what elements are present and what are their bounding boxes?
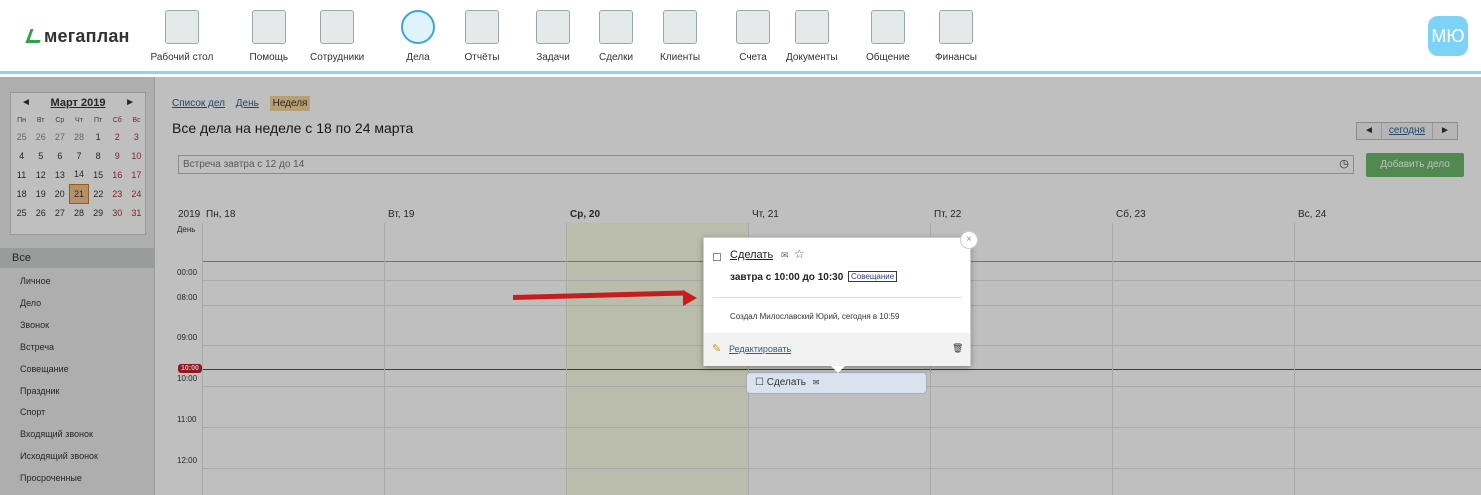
contacts-icon	[663, 10, 698, 44]
top-bar: мегаплан Рабочий стол Помощь Сотрудники Дел…	[0, 0, 1481, 74]
nav-item-10[interactable]: Общение	[866, 8, 910, 63]
popup-pointer	[831, 366, 845, 373]
nav-item-label: Документы	[786, 52, 838, 63]
tasks-icon	[536, 10, 570, 44]
nav-item-label: Общение	[866, 52, 910, 63]
nav-item-4[interactable]: Отчёты	[464, 8, 500, 63]
star-icon[interactable]: ☆	[794, 247, 805, 261]
nav-item-8[interactable]: Счета	[736, 8, 770, 63]
nav-item-0[interactable]: Рабочий стол	[150, 8, 214, 63]
chat-icon	[870, 10, 905, 44]
lifebuoy-icon	[251, 10, 286, 44]
pencil-icon: ✎	[712, 343, 722, 355]
event-chip[interactable]: ☐ Сделать ✉	[746, 372, 927, 394]
nav-item-label: Дела	[406, 52, 430, 63]
user-avatar[interactable]: МЮ	[1428, 16, 1468, 56]
logo-mark-icon	[25, 29, 45, 43]
nav-item-9[interactable]: Документы	[786, 8, 838, 63]
popup-divider	[713, 297, 962, 298]
invoice-icon	[736, 10, 770, 44]
briefcase-icon	[599, 10, 634, 44]
reports-icon	[464, 10, 499, 44]
nav-item-1[interactable]: Помощь	[249, 8, 289, 63]
close-icon[interactable]: ×	[960, 231, 978, 249]
popup-footer: ✎ Редактировать 🗑	[704, 333, 970, 366]
nav-item-label: Клиенты	[660, 52, 701, 63]
event-chip-label: Сделать	[766, 377, 807, 388]
nav-item-label: Задачи	[536, 52, 570, 63]
mail-icon: ✉	[781, 250, 789, 260]
nav-item-label: Финансы	[935, 52, 977, 63]
event-creator: Создал Милославский Юрий, сегодня в 10:5…	[730, 312, 900, 321]
safe-icon	[938, 10, 973, 44]
nav-item-label: Сотрудники	[310, 52, 365, 63]
logo-text: мегаплан	[44, 26, 130, 46]
nav-item-5[interactable]: Задачи	[536, 8, 570, 63]
edit-link[interactable]: Редактировать	[729, 344, 791, 354]
event-time: завтра с 10:00 до 10:30	[730, 272, 844, 283]
nav-item-label: Отчёты	[464, 52, 500, 63]
logo[interactable]: мегаплан	[25, 26, 130, 47]
nav-item-7[interactable]: Клиенты	[660, 8, 700, 63]
trash-icon[interactable]: 🗑	[952, 343, 963, 354]
nav-item-label: Счета	[739, 52, 767, 63]
employees-icon	[320, 10, 355, 44]
nav-item-2[interactable]: Сотрудники	[310, 8, 364, 63]
nav-item-3[interactable]: Дела	[401, 8, 435, 63]
task-checkbox[interactable]	[713, 253, 721, 261]
event-title-link[interactable]: Сделать	[730, 249, 773, 261]
nav-item-label: Сделки	[599, 52, 634, 63]
annotation-arrow-head-icon	[683, 290, 697, 306]
nav-item-6[interactable]: Сделки	[599, 8, 633, 63]
event-checkbox[interactable]: ☐	[755, 377, 764, 388]
nav-item-11[interactable]: Финансы	[935, 8, 977, 63]
nav-item-label: Рабочий стол	[150, 52, 214, 63]
event-type-badge[interactable]: Совещание	[848, 271, 898, 282]
folder-icon	[794, 10, 829, 44]
clock-icon	[401, 10, 435, 44]
mail-icon: ✉	[812, 378, 820, 387]
event-popup: × Сделать ✉ ☆ завтра с 10:00 до 10:30 Со…	[703, 231, 978, 373]
nav-item-label: Помощь	[249, 52, 289, 63]
desktop-icon	[164, 10, 199, 44]
